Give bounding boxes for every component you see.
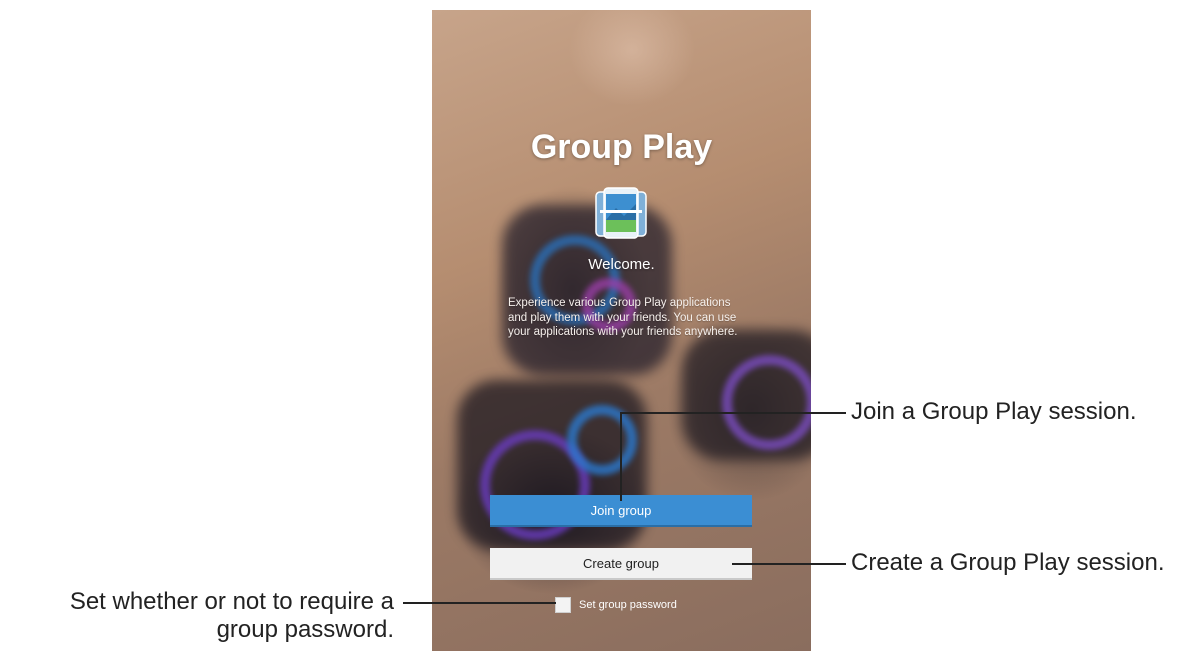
set-group-password-option[interactable]: Set group password <box>555 595 677 615</box>
welcome-description: Experience various Group Play applicatio… <box>508 297 738 338</box>
password-callout-line <box>403 602 556 604</box>
group-play-app-icon <box>595 187 647 239</box>
create-callout-text: Create a Group Play session. <box>851 549 1165 576</box>
create-group-button[interactable]: Create group <box>490 548 752 580</box>
join-callout-vertical-line <box>620 413 622 501</box>
join-callout-horizontal-line <box>620 412 846 414</box>
background-ring-decoration <box>722 355 811 450</box>
password-callout-text: Set whether or not to require a group pa… <box>69 588 394 643</box>
join-callout-text: Join a Group Play session. <box>851 398 1137 425</box>
welcome-heading: Welcome. <box>588 256 655 273</box>
background-ring-decoration <box>567 405 637 475</box>
app-title: Group Play <box>530 128 713 166</box>
password-option-label: Set group password <box>579 599 677 611</box>
password-checkbox[interactable] <box>555 597 571 613</box>
phone-screen: Group Play Welcome. Experience various G… <box>432 10 811 651</box>
create-callout-line <box>732 563 846 565</box>
